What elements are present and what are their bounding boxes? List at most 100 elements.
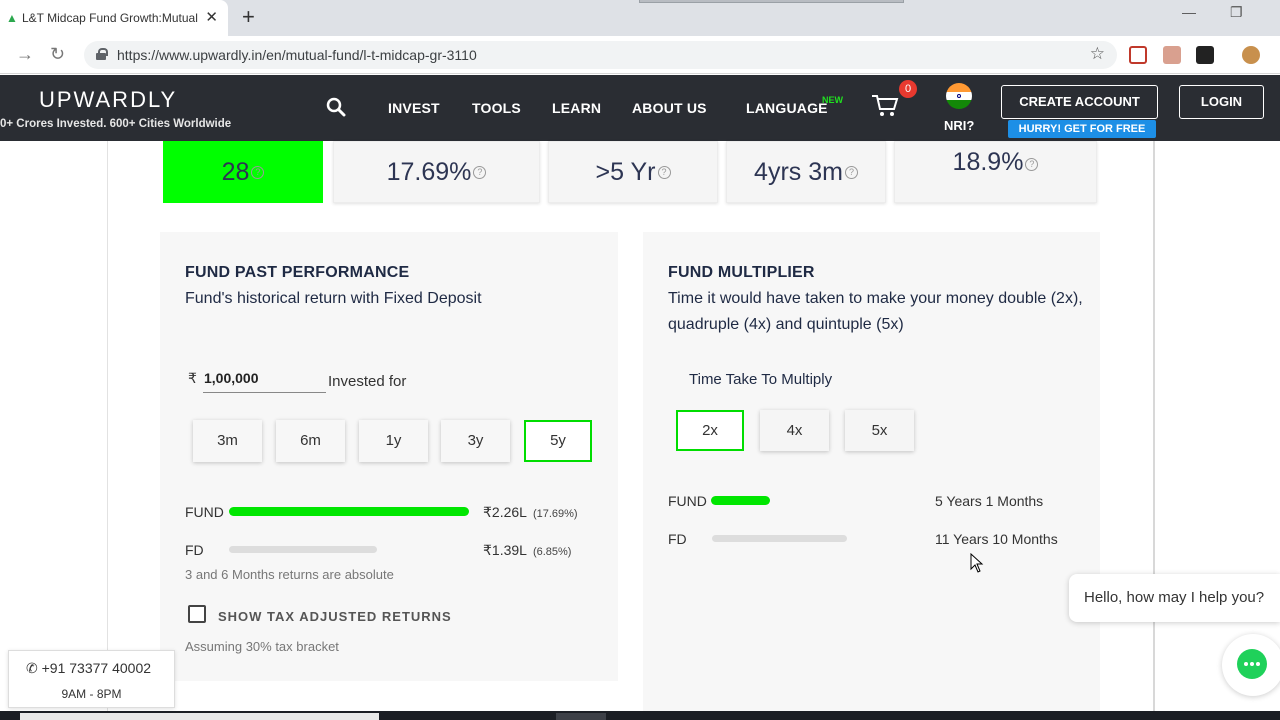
login-button[interactable]: LOGIN <box>1179 85 1264 119</box>
fund-row-label: FUND <box>185 504 224 520</box>
past-performance-title: FUND PAST PERFORMANCE <box>185 264 410 281</box>
multiplier-fd-label: FD <box>668 531 687 547</box>
reload-icon[interactable]: ↻ <box>50 44 65 65</box>
fd-row-label: FD <box>185 542 204 558</box>
hurry-free-badge: HURRY! GET FOR FREE <box>1008 120 1156 138</box>
tax-bracket-note: Assuming 30% tax bracket <box>185 639 339 654</box>
help-icon[interactable]: ? <box>657 165 671 179</box>
bookmark-star-icon[interactable]: ☆ <box>1090 44 1105 64</box>
pdf-extension-icon[interactable] <box>1163 46 1181 64</box>
fund-multiplier-subtitle: Time it would have taken to make your mo… <box>668 290 1083 333</box>
upwardly-favicon-icon: ▲ <box>6 11 18 25</box>
site-tagline: 0+ Crores Invested. 600+ Cities Worldwid… <box>0 118 232 130</box>
fd-return-value: ₹1.39L (6.85%) <box>483 542 571 559</box>
address-bar[interactable]: https://www.upwardly.in/en/mutual-fund/l… <box>84 41 1117 69</box>
content-right-border <box>1153 141 1155 711</box>
stat-value: 4yrs 3m <box>754 157 843 186</box>
tax-adjusted-label[interactable]: SHOW TAX ADJUSTED RETURNS <box>218 609 452 624</box>
search-icon[interactable] <box>326 97 346 117</box>
stat-value: 18.9% <box>952 148 1024 176</box>
help-icon[interactable]: ? <box>473 165 487 179</box>
extension-icon[interactable] <box>1196 46 1214 64</box>
tax-adjusted-checkbox[interactable] <box>188 605 206 623</box>
multiplier-fd-time: 11 Years 10 Months <box>935 531 1058 547</box>
minimize-icon[interactable]: — <box>1182 4 1196 20</box>
multiplier-5x-button[interactable]: 5x <box>845 410 914 451</box>
india-flag-icon[interactable] <box>946 83 972 109</box>
upwardly-logo[interactable]: UPWARDLY <box>39 87 177 113</box>
stat-tile: 28? <box>163 141 323 203</box>
fund-return-value: ₹2.26L (17.69%) <box>483 504 578 521</box>
period-6m-button[interactable]: 6m <box>276 420 345 462</box>
help-icon[interactable]: ? <box>844 165 858 179</box>
multiplier-4x-button[interactable]: 4x <box>760 410 829 451</box>
period-1y-button[interactable]: 1y <box>359 420 428 462</box>
time-to-multiply-label: Time Take To Multiply <box>689 371 833 388</box>
fund-return-bar <box>229 507 469 516</box>
multiplier-fund-label: FUND <box>668 493 707 509</box>
fd-value-text: ₹1.39L <box>483 542 527 558</box>
multiplier-fd-bar <box>712 535 847 542</box>
stat-tile: 18.9%? <box>894 141 1097 203</box>
phone-number[interactable]: ✆ +91 73377 40002 <box>26 660 151 677</box>
contact-hours: 9AM - 8PM <box>61 687 122 701</box>
nav-invest[interactable]: INVEST <box>388 100 440 116</box>
fd-percent-text: (6.85%) <box>532 546 572 558</box>
multiplier-2x-button[interactable]: 2x <box>676 410 744 451</box>
browser-toolbar: → ↻ https://www.upwardly.in/en/mutual-fu… <box>0 36 1280 74</box>
site-header: UPWARDLY 0+ Crores Invested. 600+ Cities… <box>0 75 1280 141</box>
stat-value: 17.69% <box>386 157 472 186</box>
restore-icon[interactable]: ❐ <box>1230 4 1243 21</box>
profile-avatar-icon[interactable] <box>1242 46 1260 64</box>
nav-tools[interactable]: TOOLS <box>472 100 521 116</box>
contact-box: ✆ +91 73377 40002 9AM - 8PM <box>8 650 175 708</box>
content-left-border <box>107 141 108 711</box>
taskbar-app-button[interactable] <box>556 713 606 720</box>
multiplier-fund-time: 5 Years 1 Months <box>935 493 1044 509</box>
fund-percent-text: (17.69%) <box>532 508 578 520</box>
language-new-badge: NEW <box>822 95 843 105</box>
chat-icon <box>1237 649 1267 679</box>
chat-launcher-button[interactable] <box>1222 634 1280 696</box>
period-3m-button[interactable]: 3m <box>193 420 262 462</box>
stat-value: >5 Yr <box>595 157 656 186</box>
period-3y-button[interactable]: 3y <box>441 420 510 462</box>
fund-value-text: ₹2.26L <box>483 504 527 520</box>
create-account-button[interactable]: CREATE ACCOUNT <box>1001 85 1158 119</box>
fd-return-bar <box>229 546 377 553</box>
absolute-returns-note: 3 and 6 Months returns are absolute <box>185 567 394 582</box>
fund-multiplier-title: FUND MULTIPLIER <box>668 264 815 281</box>
new-tab-icon[interactable]: + <box>242 6 255 28</box>
phone-number-text: +91 73377 40002 <box>41 660 152 676</box>
stat-tile: 4yrs 3m? <box>726 141 886 203</box>
period-5y-button[interactable]: 5y <box>524 420 592 462</box>
browser-tab-bar: ▲ L&T Midcap Fund Growth:Mutual ✕ + — ❐ <box>0 0 1280 36</box>
stat-tile: >5 Yr? <box>548 141 718 203</box>
multiplier-fund-bar <box>711 496 770 505</box>
lock-icon <box>96 48 108 60</box>
past-performance-subtitle: Fund's historical return with Fixed Depo… <box>185 290 482 307</box>
nav-learn[interactable]: LEARN <box>552 100 601 116</box>
tab-strip-indicator <box>639 0 904 3</box>
forward-icon[interactable]: → <box>16 44 34 65</box>
currency-symbol: ₹ <box>188 370 197 386</box>
taskbar-search-box[interactable] <box>20 713 379 720</box>
mouse-cursor-icon <box>970 553 984 573</box>
stat-tile: 17.69%? <box>333 141 540 203</box>
tab-title: L&T Midcap Fund Growth:Mutual <box>22 11 198 25</box>
cart-count-badge: 0 <box>899 80 917 98</box>
invested-for-label: Invested for <box>328 373 407 390</box>
nri-link[interactable]: NRI? <box>944 118 974 133</box>
pocket-extension-icon[interactable] <box>1129 46 1147 64</box>
nav-language[interactable]: LANGUAGE <box>746 100 828 116</box>
cart-icon[interactable] <box>871 93 899 119</box>
help-icon[interactable]: ? <box>1025 158 1039 171</box>
url-text: https://www.upwardly.in/en/mutual-fund/l… <box>117 47 477 63</box>
invested-amount-input[interactable]: 1,00,000 <box>204 370 259 386</box>
close-tab-icon[interactable]: ✕ <box>205 10 218 25</box>
chat-greeting-bubble[interactable]: Hello, how may I help you? <box>1069 574 1280 622</box>
help-icon[interactable]: ? <box>251 165 265 179</box>
nav-about-us[interactable]: ABOUT US <box>632 100 707 116</box>
browser-tab[interactable]: ▲ L&T Midcap Fund Growth:Mutual ✕ <box>0 0 228 36</box>
phone-icon: ✆ <box>26 660 42 676</box>
